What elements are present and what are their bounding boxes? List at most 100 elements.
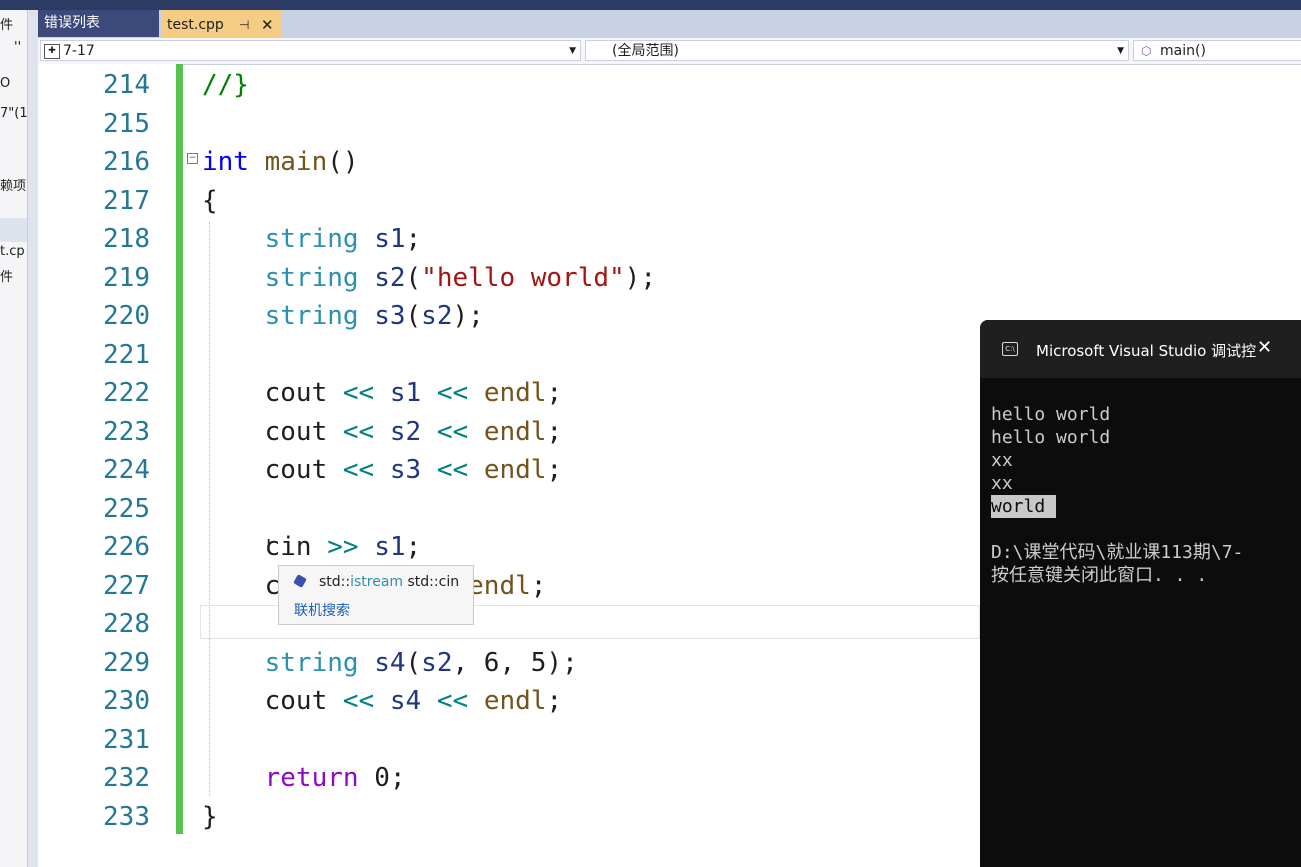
punct-token: ; [546, 417, 563, 447]
code-line[interactable]: string s1; [202, 220, 422, 258]
function-token: endl [483, 378, 547, 408]
panel-fragment[interactable]: t.cp [0, 244, 25, 259]
chevron-down-icon: ▼ [1117, 46, 1124, 56]
code-line[interactable]: string s3(s2); [202, 297, 484, 335]
punct-token: ; [530, 571, 547, 601]
line-number: 225 [103, 494, 150, 524]
selected-row[interactable] [0, 218, 27, 242]
identifier-token: cout [264, 686, 328, 716]
close-icon[interactable]: ✕ [1257, 337, 1272, 358]
punct-token: ); [546, 648, 578, 678]
operator-token: >> [327, 532, 359, 562]
operator-token: << [436, 417, 469, 447]
code-line[interactable]: cout << s3 << endl; [202, 451, 562, 489]
line-number: 223 [103, 417, 150, 447]
scope-dropdown[interactable]: (全局范围) ▼ [585, 40, 1129, 61]
punct-token: ; [546, 378, 563, 408]
tab-label: 错误列表 [44, 15, 100, 31]
variable-token: s1 [374, 224, 406, 254]
function-token: endl [483, 417, 547, 447]
variable-token: s2 [421, 301, 453, 331]
variable-token: s1 [389, 378, 422, 408]
line-number: 219 [103, 263, 150, 293]
panel-fragment[interactable]: 7"(1 [0, 106, 27, 121]
code-line[interactable]: { [202, 182, 218, 220]
code-line[interactable]: //} [202, 66, 249, 104]
collapse-icon[interactable]: − [187, 153, 198, 164]
function-token: endl [483, 686, 547, 716]
code-line[interactable]: string s4(s2, 6, 5); [202, 644, 578, 682]
number-token: 0 [374, 763, 390, 793]
identifier-token: std::cin [403, 574, 460, 590]
variable-token: s1 [374, 532, 406, 562]
namespace-token: std:: [319, 574, 351, 590]
tab-error-list[interactable]: 错误列表 [38, 10, 159, 37]
function-token: endl [483, 455, 547, 485]
identifier-token: cout [264, 378, 328, 408]
text-cursor-icon: I [266, 536, 272, 557]
operator-token: << [342, 378, 375, 408]
punct-token: , [499, 648, 531, 678]
punct-token: ; [405, 224, 422, 254]
line-number: 216 [103, 147, 150, 177]
project-dropdown[interactable]: ✚ 7-17 ▼ [40, 40, 581, 61]
editor-margin-strip [28, 10, 38, 867]
punct-token: ; [389, 763, 406, 793]
type-token: string [264, 648, 359, 678]
punct-token: } [202, 802, 218, 832]
code-line[interactable]: cin >> s1; [202, 528, 422, 566]
type-token: string [264, 224, 359, 254]
variable-token: s2 [374, 263, 406, 293]
operator-token: << [342, 686, 375, 716]
variable-token: s3 [389, 455, 422, 485]
solution-explorer-panel: 件 '' O 7"(1 赖项 t.cp 件 [0, 10, 28, 867]
code-line[interactable]: cout << s4 << endl; [202, 682, 562, 720]
console-title: Microsoft Visual Studio 调试控 [1036, 342, 1257, 360]
method-icon: ⬡ [1141, 44, 1152, 58]
variable-token: s2 [389, 417, 422, 447]
line-number: 221 [103, 340, 150, 370]
console-output-line: hello world [991, 427, 1111, 448]
identifier-token: cin [264, 532, 312, 562]
debug-console-window[interactable]: C:\ Microsoft Visual Studio 调试控 ✕ hello … [980, 320, 1301, 867]
line-number: 217 [103, 186, 150, 216]
code-line[interactable]: cout << s1 << endl; [202, 374, 562, 412]
code-line[interactable]: return 0; [202, 759, 406, 797]
identifier-token: cout [264, 455, 328, 485]
project-icon: ✚ [44, 44, 60, 59]
type-token: string [264, 263, 359, 293]
pin-icon[interactable]: ⊣ [239, 12, 249, 39]
line-number: 232 [103, 763, 150, 793]
console-output-line: D:\课堂代码\就业课113期\7- [991, 542, 1244, 563]
quick-info-tooltip: std::istream std::cin 联机搜索 [278, 565, 474, 625]
panel-fragment[interactable]: 赖项 [0, 175, 26, 194]
line-number: 231 [103, 725, 150, 755]
code-line[interactable]: cout << s2 << endl; [202, 413, 562, 451]
punct-token: ( [405, 263, 422, 293]
punct-token: ; [405, 532, 422, 562]
tab-test-cpp[interactable]: test.cpp ⊣ ✕ [161, 10, 282, 37]
code-line[interactable]: int main() [202, 143, 359, 181]
online-search-link[interactable]: 联机搜索 [294, 600, 350, 620]
punct-token: ; [546, 455, 563, 485]
operator-token: << [436, 378, 469, 408]
code-line[interactable]: } [202, 798, 218, 836]
line-number: 228 [103, 609, 150, 639]
console-output-line: hello world [991, 404, 1111, 425]
member-dropdown[interactable]: ⬡ main() [1133, 40, 1301, 61]
type-token: istream [350, 574, 404, 590]
panel-fragment[interactable]: 件 [0, 266, 13, 285]
punct-token: ( [405, 301, 422, 331]
title-bar [0, 0, 1301, 10]
console-output-line: xx [991, 473, 1013, 494]
member-value: main() [1160, 43, 1206, 59]
scope-value: (全局范围) [612, 43, 679, 59]
code-line[interactable]: string s2("hello world"); [202, 259, 656, 297]
punct-token: { [202, 186, 218, 216]
number-token: 5 [530, 648, 547, 678]
console-output-line: 按任意键关闭此窗口. . . [991, 565, 1208, 586]
close-icon[interactable]: ✕ [261, 12, 274, 39]
keyword-token: int [202, 147, 249, 177]
panel-fragment[interactable]: O [0, 76, 10, 91]
console-title-bar[interactable]: C:\ Microsoft Visual Studio 调试控 ✕ [980, 320, 1301, 378]
